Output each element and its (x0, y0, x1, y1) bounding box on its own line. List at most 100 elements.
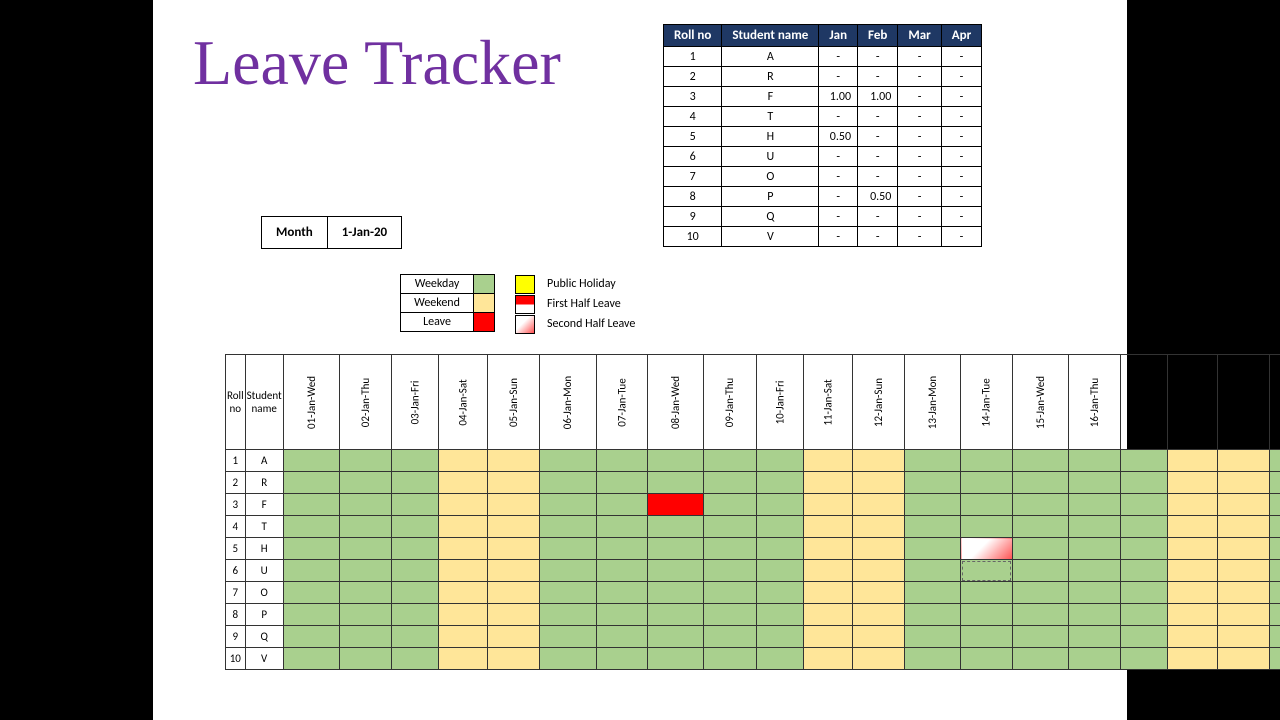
cal-cell[interactable] (439, 538, 488, 560)
cal-cell[interactable] (1269, 472, 1280, 494)
cal-cell[interactable] (1068, 450, 1120, 472)
cal-cell[interactable] (905, 648, 961, 670)
cal-cell[interactable] (961, 538, 1012, 560)
cal-cell[interactable] (905, 472, 961, 494)
cal-cell[interactable] (1012, 626, 1068, 648)
cal-cell[interactable] (704, 494, 756, 516)
cal-cell[interactable] (488, 560, 540, 582)
cal-cell[interactable] (1217, 538, 1269, 560)
cal-cell[interactable] (540, 604, 596, 626)
cal-cell[interactable] (488, 472, 540, 494)
cal-cell[interactable] (803, 604, 852, 626)
cal-cell[interactable] (961, 560, 1012, 582)
cal-cell[interactable] (439, 516, 488, 538)
cal-cell[interactable] (1217, 560, 1269, 582)
cal-cell[interactable] (1269, 604, 1280, 626)
cal-cell[interactable] (1217, 516, 1269, 538)
cal-cell[interactable] (1012, 604, 1068, 626)
cal-cell[interactable] (439, 450, 488, 472)
cal-cell[interactable] (339, 560, 391, 582)
cal-cell[interactable] (1168, 604, 1217, 626)
cal-cell[interactable] (1121, 538, 1168, 560)
cal-cell[interactable] (392, 516, 439, 538)
cal-cell[interactable] (488, 582, 540, 604)
cal-cell[interactable] (648, 538, 704, 560)
cal-cell[interactable] (1068, 516, 1120, 538)
cal-cell[interactable] (1121, 626, 1168, 648)
cal-cell[interactable] (339, 648, 391, 670)
cal-cell[interactable] (1217, 582, 1269, 604)
cal-cell[interactable] (905, 560, 961, 582)
cal-cell[interactable] (488, 450, 540, 472)
cal-cell[interactable] (1217, 604, 1269, 626)
cal-cell[interactable] (648, 516, 704, 538)
cal-cell[interactable] (1068, 604, 1120, 626)
cal-cell[interactable] (283, 472, 339, 494)
cal-cell[interactable] (488, 538, 540, 560)
cal-cell[interactable] (339, 472, 391, 494)
cal-cell[interactable] (283, 494, 339, 516)
cal-cell[interactable] (1012, 450, 1068, 472)
cal-cell[interactable] (1012, 472, 1068, 494)
cal-cell[interactable] (392, 450, 439, 472)
cal-cell[interactable] (905, 516, 961, 538)
cal-cell[interactable] (339, 450, 391, 472)
cal-cell[interactable] (756, 450, 803, 472)
cal-cell[interactable] (803, 494, 852, 516)
cal-cell[interactable] (283, 582, 339, 604)
cal-cell[interactable] (283, 604, 339, 626)
cal-cell[interactable] (392, 560, 439, 582)
cal-cell[interactable] (392, 494, 439, 516)
cal-cell[interactable] (803, 516, 852, 538)
cal-cell[interactable] (1269, 494, 1280, 516)
cal-cell[interactable] (540, 538, 596, 560)
cal-cell[interactable] (540, 582, 596, 604)
cal-cell[interactable] (704, 582, 756, 604)
cal-cell[interactable] (1121, 604, 1168, 626)
cal-cell[interactable] (1168, 560, 1217, 582)
cal-cell[interactable] (1269, 626, 1280, 648)
cal-cell[interactable] (439, 494, 488, 516)
cal-cell[interactable] (283, 450, 339, 472)
cal-cell[interactable] (1012, 648, 1068, 670)
cal-cell[interactable] (540, 516, 596, 538)
cal-cell[interactable] (392, 604, 439, 626)
cal-cell[interactable] (648, 604, 704, 626)
cal-cell[interactable] (905, 582, 961, 604)
cal-cell[interactable] (1121, 450, 1168, 472)
cal-cell[interactable] (803, 582, 852, 604)
cal-cell[interactable] (439, 582, 488, 604)
cal-cell[interactable] (756, 538, 803, 560)
cal-cell[interactable] (339, 538, 391, 560)
cal-cell[interactable] (540, 626, 596, 648)
cal-cell[interactable] (704, 626, 756, 648)
cal-cell[interactable] (283, 648, 339, 670)
cal-cell[interactable] (488, 494, 540, 516)
cal-cell[interactable] (648, 560, 704, 582)
cal-cell[interactable] (704, 516, 756, 538)
cal-cell[interactable] (1121, 494, 1168, 516)
cal-cell[interactable] (1121, 472, 1168, 494)
cal-cell[interactable] (1068, 648, 1120, 670)
cal-cell[interactable] (1068, 626, 1120, 648)
cal-cell[interactable] (283, 516, 339, 538)
cal-cell[interactable] (1217, 450, 1269, 472)
cal-cell[interactable] (704, 560, 756, 582)
cal-cell[interactable] (1168, 648, 1217, 670)
cal-cell[interactable] (392, 582, 439, 604)
cal-cell[interactable] (339, 516, 391, 538)
cal-cell[interactable] (852, 472, 904, 494)
cal-cell[interactable] (392, 626, 439, 648)
cal-cell[interactable] (392, 472, 439, 494)
cal-cell[interactable] (488, 648, 540, 670)
cal-cell[interactable] (339, 494, 391, 516)
cal-cell[interactable] (1168, 538, 1217, 560)
cal-cell[interactable] (1121, 516, 1168, 538)
cal-cell[interactable] (488, 516, 540, 538)
cal-cell[interactable] (1068, 494, 1120, 516)
cal-cell[interactable] (1217, 626, 1269, 648)
cal-cell[interactable] (540, 494, 596, 516)
cal-cell[interactable] (852, 648, 904, 670)
cal-cell[interactable] (756, 472, 803, 494)
cal-cell[interactable] (439, 472, 488, 494)
